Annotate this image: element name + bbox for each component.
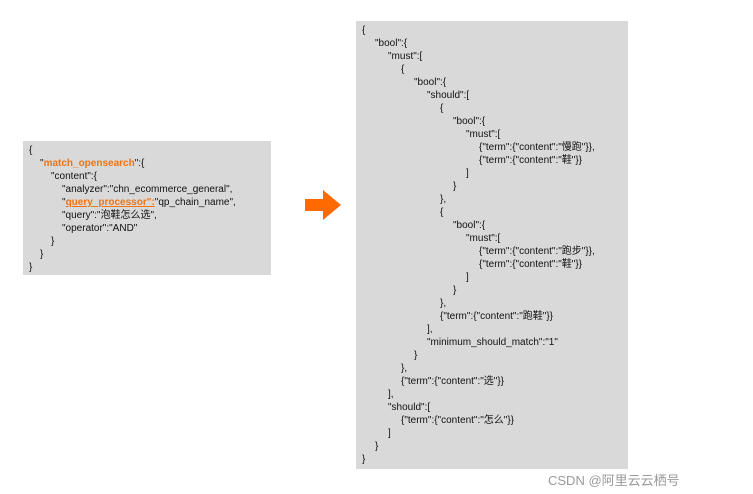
code-line: { xyxy=(29,144,265,157)
code-line: ] xyxy=(388,428,391,439)
code-line: {"term":{"content":"选"}} xyxy=(401,376,505,387)
highlighted-key: query_processor": xyxy=(65,197,155,208)
code-line: } xyxy=(362,454,366,465)
code-text: "analyzer":"chn_ecommerce_general", xyxy=(62,184,233,195)
code-line: "analyzer":"chn_ecommerce_general", xyxy=(29,183,265,196)
code-line: {"term":{"content":"跑步"}}, xyxy=(479,246,595,257)
code-line: ], xyxy=(388,389,394,400)
highlighted-key: match_opensearch xyxy=(43,158,135,169)
code-line: { xyxy=(362,25,366,36)
code-line: {"term":{"content":"慢跑"}}, xyxy=(479,142,595,153)
code-text: } xyxy=(29,262,33,273)
code-line: "bool":{ xyxy=(453,220,486,231)
code-line: "should":[ xyxy=(427,90,470,101)
code-line: {"term":{"content":"鞋"}} xyxy=(479,259,583,270)
code-text: "query":"泡鞋怎么选", xyxy=(62,210,157,221)
code-line: "minimum_should_match":"1" xyxy=(427,337,558,348)
code-line: "operator":"AND" xyxy=(29,222,265,235)
code-line: } xyxy=(453,285,457,296)
code-text: "operator":"AND" xyxy=(62,223,138,234)
code-line: }, xyxy=(440,194,447,205)
code-line: }, xyxy=(440,298,447,309)
code-line: }, xyxy=(401,363,408,374)
rewritten-query-box: { "bool":{ "must":[ { "bool":{ "should":[ { "bo… xyxy=(356,21,628,469)
code-line: } xyxy=(414,350,418,361)
code-text: "qp_chain_name", xyxy=(154,197,236,208)
code-text: "content":{ xyxy=(51,171,98,182)
code-line: {"term":{"content":"怎么"}} xyxy=(401,415,515,426)
code-text: } xyxy=(40,249,44,260)
code-line: {"term":{"content":"鞋"}} xyxy=(479,155,583,166)
code-line: "should":[ xyxy=(388,402,431,413)
code-line: } xyxy=(453,181,457,192)
right-arrow-icon xyxy=(305,190,341,220)
code-text: } xyxy=(51,236,55,247)
code-text: ":{ xyxy=(134,158,145,169)
code-line: } xyxy=(29,261,265,274)
code-text: { xyxy=(29,145,33,156)
code-line: "query_processor":"qp_chain_name", xyxy=(29,196,265,209)
code-line: "match_opensearch":{ xyxy=(29,157,265,170)
original-query-box: {"match_opensearch":{"content":{ "analyze… xyxy=(23,141,271,275)
watermark: CSDN @阿里云云栖号 xyxy=(548,473,680,488)
code-line: "must":[ xyxy=(388,51,423,62)
code-line: "bool":{ xyxy=(453,116,486,127)
code-line: {"term":{"content":"跑鞋"}} xyxy=(440,311,554,322)
code-line: "bool":{ xyxy=(375,38,408,49)
code-line: ] xyxy=(466,168,469,179)
code-line: } xyxy=(29,248,265,261)
code-line: { xyxy=(440,207,444,218)
code-line: ], xyxy=(427,324,433,335)
code-line: "must":[ xyxy=(466,129,501,140)
code-line: "content":{ xyxy=(29,170,265,183)
code-line: "must":[ xyxy=(466,233,501,244)
code-line: { xyxy=(440,103,444,114)
code-line: "query":"泡鞋怎么选", xyxy=(29,209,265,222)
code-line: } xyxy=(29,235,265,248)
code-line: } xyxy=(375,441,379,452)
code-line: ] xyxy=(466,272,469,283)
code-line: { xyxy=(401,64,405,75)
code-line: "bool":{ xyxy=(414,77,447,88)
